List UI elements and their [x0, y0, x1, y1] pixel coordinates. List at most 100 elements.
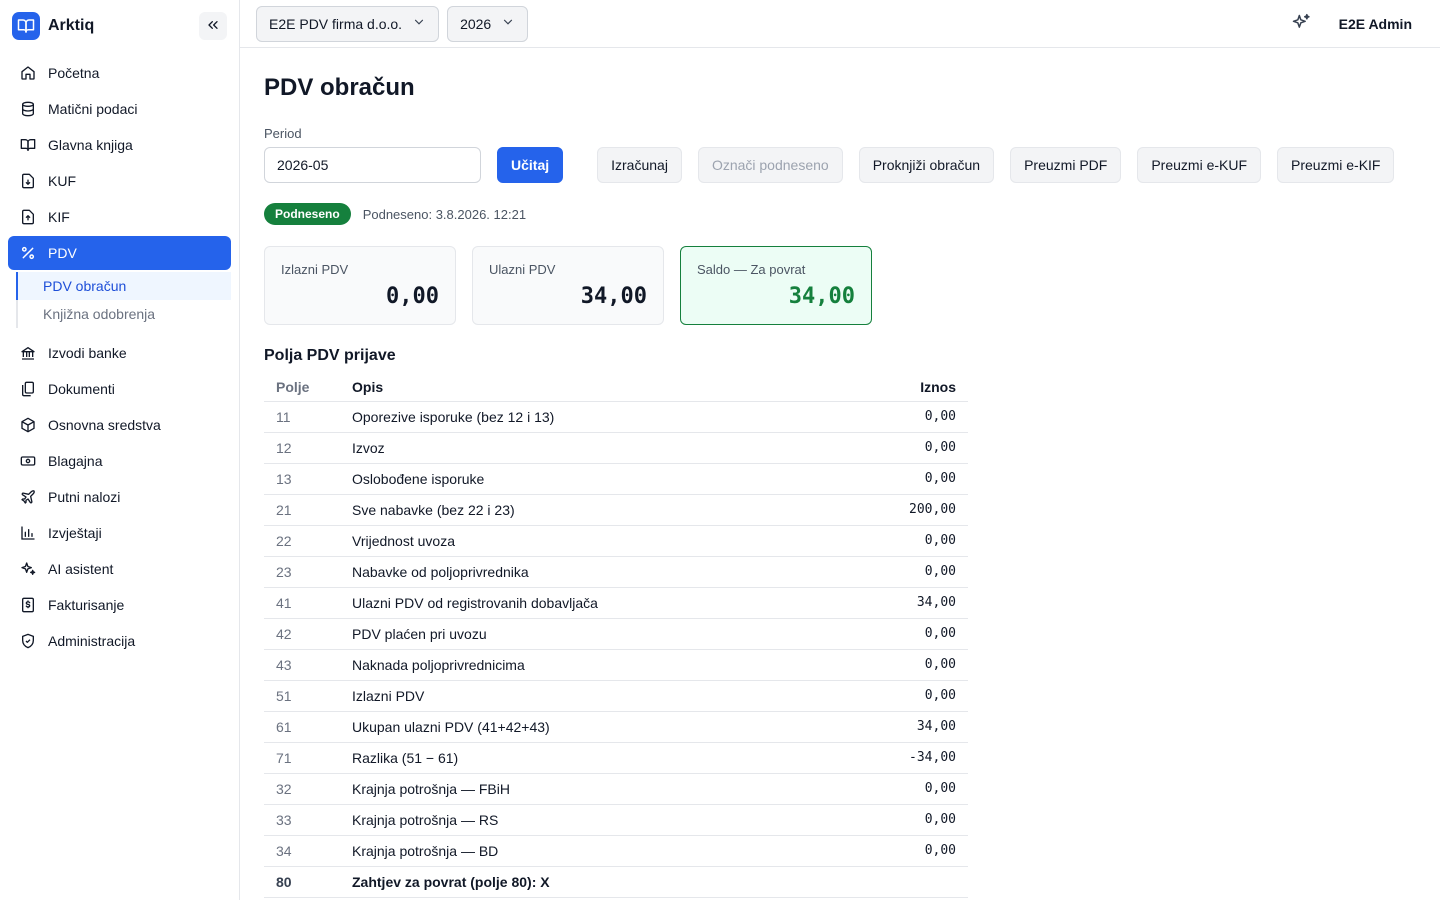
- chevron-down-icon: [501, 15, 515, 32]
- year-select[interactable]: 2026: [447, 5, 529, 42]
- period-input[interactable]: [264, 147, 481, 183]
- column-header-code: Polje: [264, 373, 340, 402]
- sidebar-item-kif[interactable]: KIF: [8, 200, 231, 234]
- sidebar-item-dokumenti[interactable]: Dokumenti: [8, 372, 231, 406]
- cell-amount: 0,00: [837, 463, 968, 495]
- sidebar-item-label: AI asistent: [48, 561, 114, 577]
- cell-code: 80: [264, 866, 340, 898]
- pdv-subnav: PDV obračun Knjižna odobrenja: [16, 272, 231, 328]
- card-label: Saldo — Za povrat: [697, 262, 806, 277]
- cell-amount: 0,00: [837, 525, 968, 557]
- table-row: 33 Krajnja potrošnja — RS 0,00: [264, 804, 968, 836]
- topbar-right: E2E Admin: [1291, 0, 1412, 48]
- user-menu[interactable]: E2E Admin: [1339, 16, 1412, 32]
- invoice-icon: [20, 597, 36, 613]
- cell-code: 21: [264, 494, 340, 526]
- table-row: 42 PDV plaćen pri uvozu 0,00: [264, 618, 968, 650]
- sidebar-item-pdv[interactable]: PDV: [8, 236, 231, 270]
- vat-fields-table: Polje Opis Iznos 11 Oporezive isporuke (b…: [264, 373, 968, 898]
- box-icon: [20, 417, 36, 433]
- cell-amount: 0,00: [837, 835, 968, 867]
- database-icon: [20, 101, 36, 117]
- company-select-value: E2E PDV firma d.o.o.: [269, 15, 403, 32]
- sidebar-item-blagajna[interactable]: Blagajna: [8, 444, 231, 478]
- period-label: Period: [264, 126, 302, 141]
- book-open-icon: [12, 12, 40, 40]
- cell-amount: 200,00: [837, 494, 968, 526]
- collapse-sidebar-button[interactable]: [199, 12, 227, 40]
- chevron-down-icon: [412, 15, 426, 32]
- sidebar-item-kuf[interactable]: KUF: [8, 164, 231, 198]
- cell-desc: Izvoz: [340, 432, 838, 464]
- sidebar: Arktiq Početna Matični podaci Glavna knj…: [0, 0, 240, 900]
- sidebar-item-glavna-knjiga[interactable]: Glavna knjiga: [8, 128, 231, 162]
- table-row: 12 Izvoz 0,00: [264, 432, 968, 464]
- card-label: Izlazni PDV: [281, 262, 349, 277]
- cell-code: 51: [264, 680, 340, 712]
- sidebar-item-putni-nalozi[interactable]: Putni nalozi: [8, 480, 231, 514]
- cell-amount: 0,00: [837, 773, 968, 805]
- ai-sparkle-icon[interactable]: [1291, 13, 1311, 36]
- mark-submitted-button[interactable]: Označi podneseno: [697, 147, 843, 183]
- sidebar-item-maticni-podaci[interactable]: Matični podaci: [8, 92, 231, 126]
- cell-code: 32: [264, 773, 340, 805]
- cell-code: 43: [264, 649, 340, 681]
- table-row: 34 Krajnja potrošnja — BD 0,00: [264, 835, 968, 867]
- cell-desc: Naknada poljoprivrednicima: [340, 649, 838, 681]
- table-row: 71 Razlika (51 − 61) -34,00: [264, 742, 968, 774]
- table-row: 51 Izlazni PDV 0,00: [264, 680, 968, 712]
- download-ekif-button[interactable]: Preuzmi e-KIF: [1277, 147, 1395, 183]
- download-ekuf-button[interactable]: Preuzmi e-KUF: [1137, 147, 1262, 183]
- cell-desc: Ukupan ulazni PDV (41+42+43): [340, 711, 838, 743]
- topbar: E2E PDV firma d.o.o. 2026 E2E Admin: [240, 0, 1440, 48]
- table-body: 11 Oporezive isporuke (bez 12 i 13) 0,00 12…: [264, 401, 968, 898]
- card-value: 34,00: [788, 284, 855, 309]
- load-button[interactable]: Učitaj: [497, 147, 564, 183]
- card-value: 34,00: [580, 284, 647, 309]
- cell-code: 61: [264, 711, 340, 743]
- download-pdf-button[interactable]: Preuzmi PDF: [1010, 147, 1122, 183]
- company-select[interactable]: E2E PDV firma d.o.o.: [256, 5, 440, 42]
- balance-card: Saldo — Za povrat 34,00: [680, 246, 872, 325]
- column-header-description: Opis: [340, 373, 838, 402]
- table-total-row: 80 Zahtjev za povrat (polje 80): X: [264, 866, 968, 898]
- sidebar-item-administracija[interactable]: Administracija: [8, 624, 231, 658]
- sidebar-item-label: Izvještaji: [48, 525, 102, 541]
- submitted-timestamp: Podneseno: 3.8.2026. 12:21: [362, 206, 527, 222]
- chevrons-left-icon: [205, 17, 221, 36]
- plane-icon: [20, 489, 36, 505]
- cell-amount: 0,00: [837, 618, 968, 650]
- sidebar-item-label: Osnovna sredstva: [48, 417, 161, 433]
- cell-code: 34: [264, 835, 340, 867]
- sidebar-item-label: Administracija: [48, 633, 136, 649]
- year-select-value: 2026: [460, 15, 492, 32]
- cell-code: 11: [264, 401, 340, 433]
- book-icon: [20, 137, 36, 153]
- sidebar-item-ai-asistent[interactable]: AI asistent: [8, 552, 231, 586]
- sidebar-item-osnovna-sredstva[interactable]: Osnovna sredstva: [8, 408, 231, 442]
- cell-amount: 34,00: [837, 711, 968, 743]
- post-calculation-button[interactable]: Proknjiži obračun: [858, 147, 995, 183]
- sidebar-item-fakturisanje[interactable]: Fakturisanje: [8, 588, 231, 622]
- home-icon: [20, 65, 36, 81]
- page-title: PDV obračun: [264, 74, 415, 101]
- sidebar-item-label: Putni nalozi: [48, 489, 121, 505]
- table-row: 21 Sve nabavke (bez 22 i 23) 200,00: [264, 494, 968, 526]
- sidebar-item-izvodi-banke[interactable]: Izvodi banke: [8, 336, 231, 370]
- sidebar-subitem-pdv-obracun[interactable]: PDV obračun: [16, 272, 231, 300]
- sidebar-item-izvjestaji[interactable]: Izvještaji: [8, 516, 231, 550]
- calculate-button[interactable]: Izračunaj: [597, 147, 682, 183]
- cell-desc: Zahtjev za povrat (polje 80): X: [340, 866, 838, 898]
- cell-amount: 0,00: [837, 804, 968, 836]
- cell-code: 42: [264, 618, 340, 650]
- sidebar-item-label: Početna: [48, 65, 100, 81]
- table-header-row: Polje Opis Iznos: [264, 373, 968, 402]
- column-header-amount: Iznos: [837, 373, 968, 402]
- cell-desc: Razlika (51 − 61): [340, 742, 838, 774]
- table-row: 61 Ukupan ulazni PDV (41+42+43) 34,00: [264, 711, 968, 743]
- app: Arktiq Početna Matični podaci Glavna knj…: [0, 0, 1440, 900]
- sidebar-subitem-knjizna-odobrenja[interactable]: Knjižna odobrenja: [16, 300, 231, 328]
- sidebar-item-pocetna[interactable]: Početna: [8, 56, 231, 90]
- cell-amount: 0,00: [837, 432, 968, 464]
- table-row: 41 Ulazni PDV od registrovanih dobavljača…: [264, 587, 968, 619]
